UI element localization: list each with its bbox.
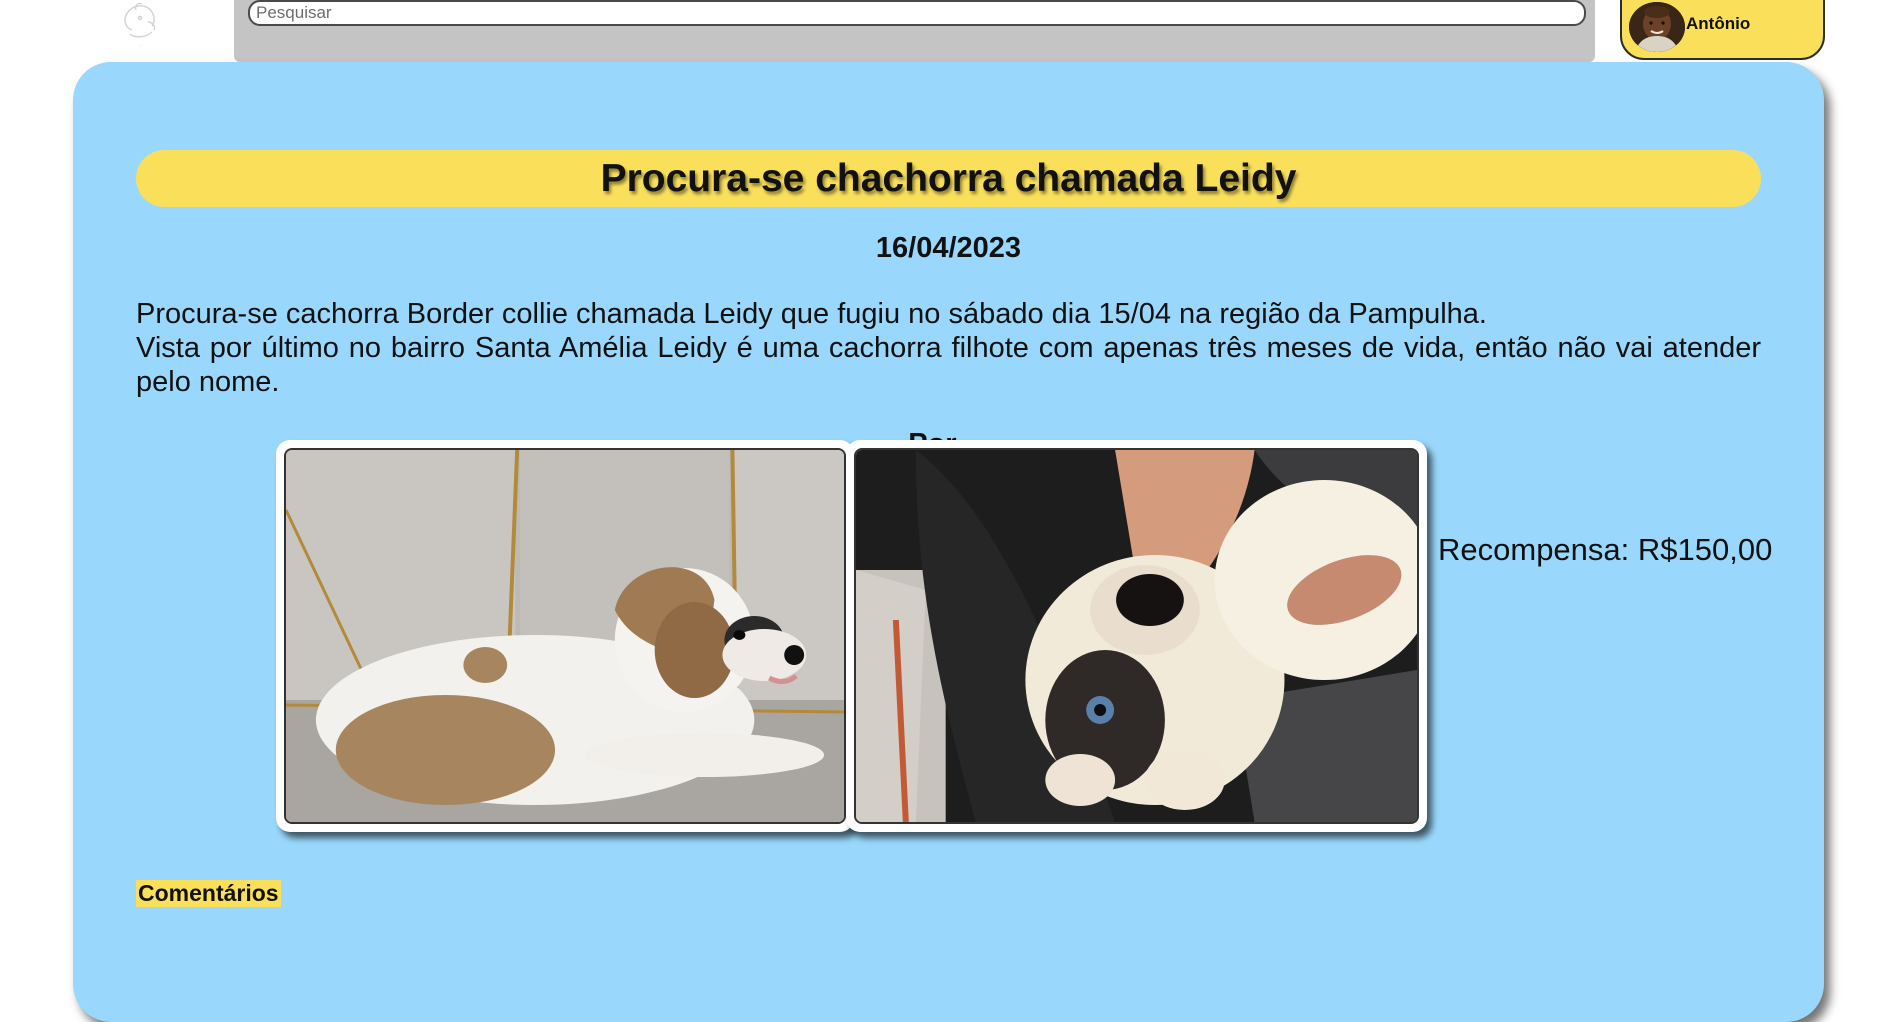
top-search-bar [234,0,1595,62]
puppy-held-photo [854,448,1419,824]
user-name: Antônio [1686,14,1751,33]
paw-dog-logo-icon: ♡ [124,2,156,50]
site-logo[interactable]: ♡ [112,0,170,52]
description-line: Procura-se cachorra Border collie chamad… [136,298,1487,330]
photo-frame[interactable] [276,440,854,832]
reward-text: Recompensa: R$150,00 [1438,532,1773,567]
user-avatar-icon [1629,2,1685,52]
post-title: Procura-se chachorra chamada Leidy [600,157,1297,200]
comments-heading: Comentários [136,880,281,907]
search-input[interactable] [248,0,1586,26]
user-profile-button[interactable]: Antônio [1620,0,1825,60]
post-title-banner: Procura-se chachorra chamada Leidy [136,150,1761,207]
post-card: Procura-se chachorra chamada Leidy 16/04… [73,62,1824,1022]
photo-frame[interactable] [846,440,1427,832]
post-date: 16/04/2023 [875,232,1022,264]
svg-text:♡: ♡ [139,44,144,50]
post-description: Procura-se cachorra Border collie chamad… [136,297,1761,399]
description-line: Vista por último no bairro Santa Amélia … [136,332,1761,398]
puppy-lying-photo [284,448,846,824]
photo-gallery [276,440,1427,840]
